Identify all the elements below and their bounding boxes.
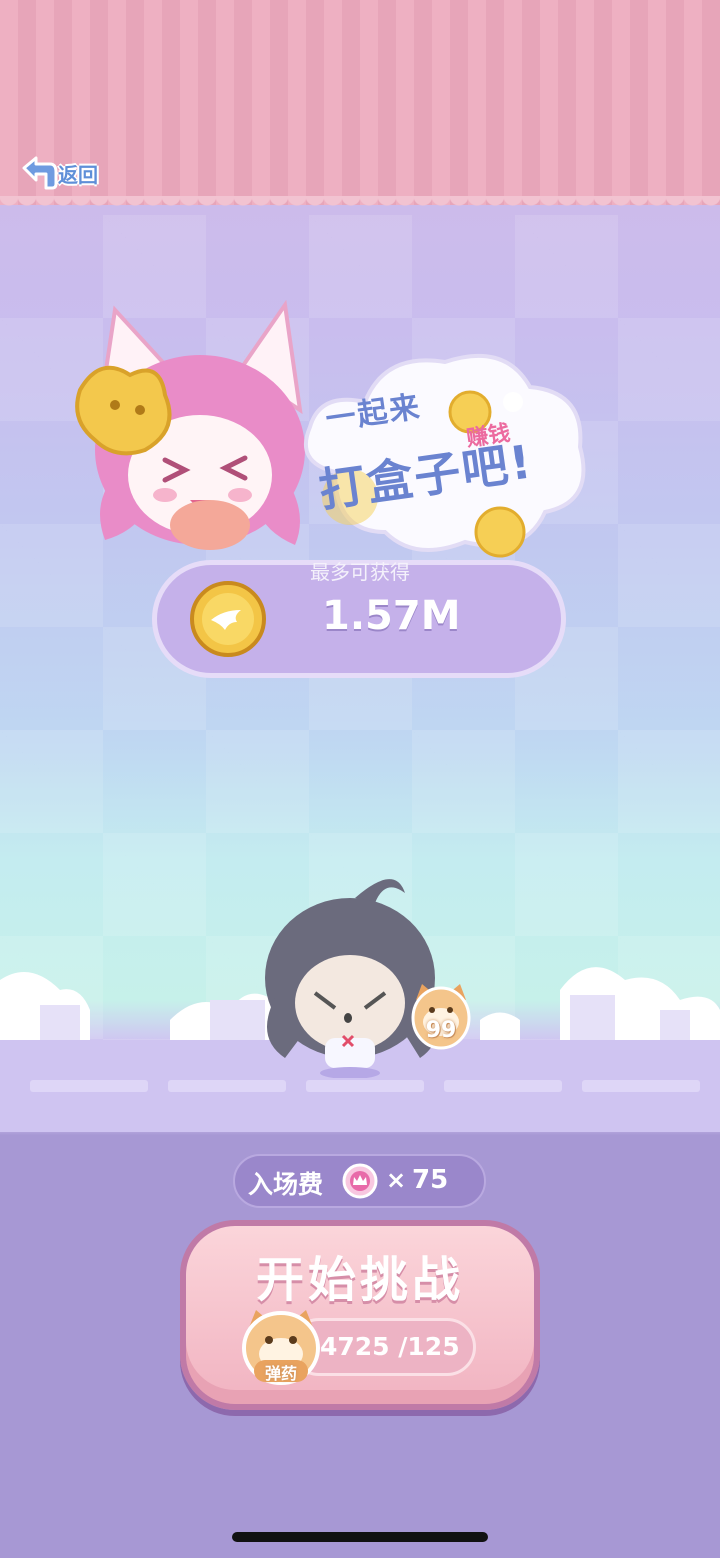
curtain-scallop-edge xyxy=(0,196,720,218)
road-line xyxy=(582,1080,700,1092)
max-reward-value: 1.57M xyxy=(322,593,461,639)
ammo-badge-count: 99 xyxy=(425,1018,457,1043)
cat-girl-character xyxy=(75,300,305,550)
back-arrow-icon xyxy=(22,156,58,190)
entry-fee-label: 入场费 xyxy=(248,1170,324,1199)
home-indicator[interactable] xyxy=(232,1532,488,1542)
crown-token-icon xyxy=(342,1163,378,1199)
banner-tag: 赚钱 xyxy=(464,421,512,452)
road-line xyxy=(306,1080,424,1092)
back-label: 返回 xyxy=(58,163,98,187)
back-button[interactable]: 返回 xyxy=(20,152,112,194)
entry-fee-times: × xyxy=(386,1166,407,1194)
max-reward-title-text: 最多可获得 xyxy=(310,560,410,584)
start-challenge-label: 开始挑战 xyxy=(255,1252,464,1308)
road-line xyxy=(168,1080,286,1092)
ammo-icon-label: 弹药 xyxy=(264,1364,297,1383)
entry-fee-value: 75 xyxy=(412,1165,449,1195)
max-reward-title: 最多可获得 xyxy=(0,556,720,585)
coin-icon xyxy=(190,581,266,657)
ammo-value: 4725 /125 xyxy=(320,1332,460,1361)
road-line xyxy=(30,1080,148,1092)
road-line xyxy=(444,1080,562,1092)
